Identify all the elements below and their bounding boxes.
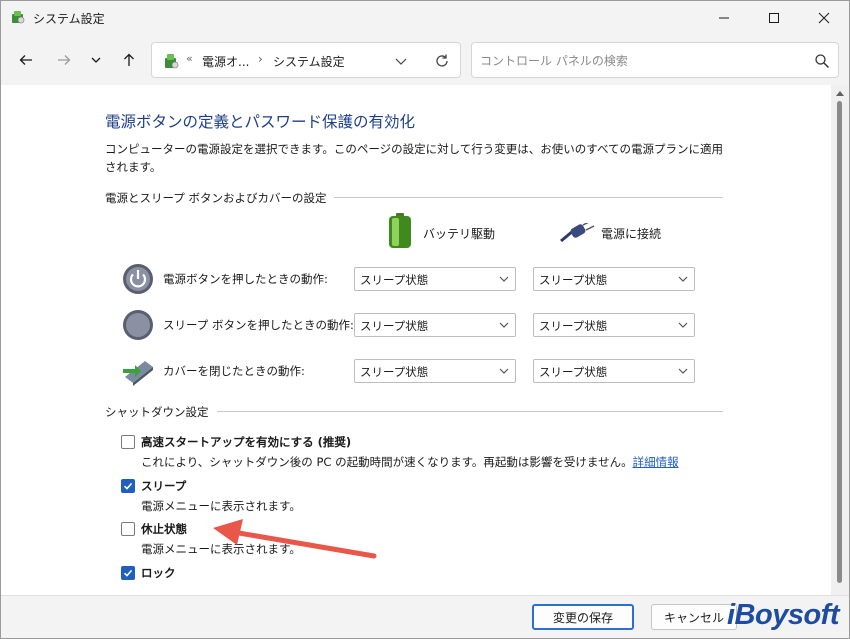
select-value: スリープ状態 <box>360 365 429 379</box>
chevron-down-icon[interactable] <box>392 52 410 70</box>
close-icon <box>818 12 830 24</box>
power-button-plugged-select[interactable]: スリープ状態 <box>533 267 695 291</box>
lid-close-battery-select[interactable]: スリープ状態 <box>354 359 516 383</box>
page-description: コンピューターの電源設定を選択できます。このページの設定に対して行う変更は、お使… <box>105 142 724 174</box>
checkmark-icon <box>123 482 133 490</box>
navigation-bar: « 電源オ... › システム設定 <box>1 35 849 85</box>
address-bar[interactable]: « 電源オ... › システム設定 <box>151 42 461 78</box>
main-content: 電源ボタンの定義とパスワード保護の有効化 コンピューターの電源設定を選択できます… <box>1 85 849 595</box>
lid-close-label: カバーを閉じたときの動作: <box>163 364 305 378</box>
recent-locations-button[interactable] <box>83 47 109 73</box>
hibernate-checkbox[interactable] <box>121 522 135 536</box>
plugged-column-header: 電源に接続 <box>601 227 662 241</box>
hibernate-label[interactable]: 休止状態 <box>141 521 187 537</box>
footer-bar: 変更の保存 キャンセル iBoysoft <box>1 595 849 638</box>
system-settings-window: システム設定 « 電源オ... › システム設定 コントロール パネルの検索 電… <box>0 0 850 639</box>
arrow-right-icon <box>58 55 71 65</box>
fast-startup-description-text: これにより、シャットダウン後の PC の起動時間が速くなります。再起動は影響を受… <box>141 455 633 469</box>
power-plug-icon <box>560 223 595 243</box>
battery-column-header: バッテリ駆動 <box>423 227 496 241</box>
power-button-label: 電源ボタンを押したときの動作: <box>163 272 328 286</box>
more-info-link[interactable]: 詳細情報 <box>633 455 679 469</box>
control-panel-icon <box>12 11 25 24</box>
sleep-button-icon <box>123 310 153 340</box>
select-value: スリープ状態 <box>360 273 429 287</box>
breadcrumb-system-settings[interactable]: システム設定 <box>273 53 345 70</box>
up-button[interactable] <box>116 47 142 73</box>
battery-icon <box>389 213 411 248</box>
lock-label[interactable]: ロック <box>141 565 176 581</box>
window-title: システム設定 <box>33 12 105 26</box>
maximize-icon <box>769 13 779 23</box>
page-title: 電源ボタンの定義とパスワード保護の有効化 <box>105 113 416 131</box>
fast-startup-description: これにより、シャットダウン後の PC の起動時間が速くなります。再起動は影響を受… <box>141 454 679 470</box>
control-panel-icon <box>165 54 179 69</box>
sleep-label[interactable]: スリープ <box>141 478 186 494</box>
search-input[interactable] <box>480 52 800 70</box>
forward-button[interactable] <box>51 47 77 73</box>
title-bar: システム設定 <box>1 1 849 35</box>
power-button-battery-select[interactable]: スリープ状態 <box>354 267 516 291</box>
chevron-down-icon <box>499 322 509 328</box>
sleep-button-battery-select[interactable]: スリープ状態 <box>354 313 516 337</box>
minimize-icon <box>719 17 729 19</box>
watermark-logo: iBoysoft <box>727 599 840 631</box>
cancel-button[interactable]: キャンセル <box>651 604 737 630</box>
laptop-lid-icon <box>123 361 153 386</box>
back-button[interactable] <box>13 47 39 73</box>
lock-checkbox[interactable] <box>121 566 135 580</box>
select-value: スリープ状態 <box>539 365 608 379</box>
breadcrumb-power-options[interactable]: 電源オ... <box>202 53 249 70</box>
search-box[interactable] <box>471 42 839 78</box>
chevron-down-icon <box>499 368 509 374</box>
vertical-scrollbar[interactable] <box>831 85 849 595</box>
minimize-button[interactable] <box>701 1 747 35</box>
chevron-down-icon <box>678 276 688 282</box>
refresh-icon[interactable] <box>433 52 451 70</box>
power-button-icon <box>123 264 153 294</box>
checkmark-icon <box>123 569 133 577</box>
breadcrumb-separator[interactable]: › <box>258 52 263 66</box>
save-changes-button[interactable]: 変更の保存 <box>532 604 634 630</box>
lid-close-plugged-select[interactable]: スリープ状態 <box>533 359 695 383</box>
close-button[interactable] <box>801 1 847 35</box>
chevron-down-icon <box>499 276 509 282</box>
shutdown-section-heading: シャットダウン設定 <box>105 404 217 420</box>
chevron-down-icon <box>678 322 688 328</box>
sleep-description: 電源メニューに表示されます。 <box>141 499 301 513</box>
select-value: スリープ状態 <box>539 319 608 333</box>
fast-startup-label[interactable]: 高速スタートアップを有効にする (推奨) <box>141 434 351 450</box>
power-section-heading: 電源とスリープ ボタンおよびカバーの設定 <box>105 190 335 206</box>
search-icon[interactable] <box>814 53 830 69</box>
chevron-down-icon <box>91 57 101 63</box>
sleep-button-label: スリープ ボタンを押したときの動作: <box>163 318 354 332</box>
select-value: スリープ状態 <box>539 273 608 287</box>
sleep-button-plugged-select[interactable]: スリープ状態 <box>533 313 695 337</box>
scroll-up-icon[interactable] <box>835 89 845 97</box>
select-value: スリープ状態 <box>360 319 429 333</box>
arrow-up-icon <box>124 53 134 66</box>
maximize-button[interactable] <box>751 1 797 35</box>
breadcrumb-overflow[interactable]: « <box>186 52 193 65</box>
arrow-left-icon <box>19 55 32 65</box>
hibernate-description: 電源メニューに表示されます。 <box>141 542 301 556</box>
chevron-down-icon <box>678 368 688 374</box>
scrollbar-thumb[interactable] <box>837 101 842 583</box>
fast-startup-checkbox[interactable] <box>121 435 135 449</box>
sleep-checkbox[interactable] <box>121 479 135 493</box>
